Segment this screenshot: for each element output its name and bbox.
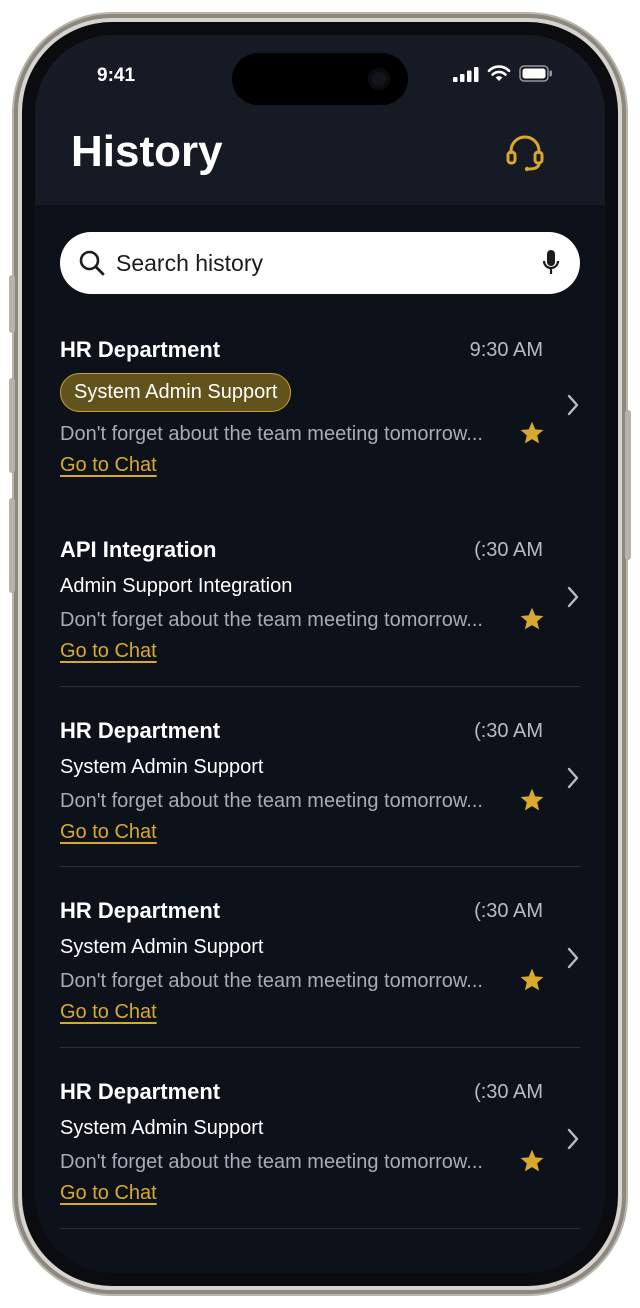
chat-subtitle: System Admin Support (60, 756, 264, 778)
chevron-right-icon (567, 1128, 579, 1150)
header: 9:41 History (35, 35, 605, 205)
chat-name: HR Department (60, 1079, 221, 1104)
wifi-icon (487, 65, 511, 81)
chat-preview: Don't forget about the team meeting tomo… (60, 423, 483, 445)
signal-icon (453, 66, 479, 82)
chat-subtitle: System Admin Support (60, 936, 264, 958)
chat-subtitle: System Admin Support (60, 1117, 264, 1139)
action-button (9, 275, 15, 333)
power-button (625, 410, 631, 560)
chat-preview: Don't forget about the team meeting tomo… (60, 790, 483, 812)
star-icon[interactable] (519, 787, 545, 813)
star-icon[interactable] (519, 420, 545, 446)
star-icon[interactable] (519, 967, 545, 993)
status-time: 9:41 (97, 65, 136, 86)
chat-subtitle-badge: System Admin Support (60, 373, 292, 412)
divider (60, 686, 580, 687)
chat-name: HR Department (60, 718, 221, 743)
chevron-right-icon (567, 394, 579, 416)
microphone-icon[interactable] (542, 248, 560, 278)
chat-name: API Integration (60, 537, 217, 562)
screen: 9:41 History Search history HR Departmen… (35, 35, 605, 1273)
chat-time: (:30 AM (474, 1081, 543, 1103)
divider (60, 1228, 580, 1229)
go-to-chat-link[interactable]: Go to Chat (60, 454, 157, 477)
chat-subtitle: Admin Support Integration (60, 575, 293, 597)
chat-time: (:30 AM (474, 539, 543, 561)
chat-preview: Don't forget about the team meeting tomo… (60, 609, 483, 631)
go-to-chat-link[interactable]: Go to Chat (60, 640, 157, 663)
chat-list-item[interactable]: HR Department 9:30 AM System Admin Suppo… (60, 337, 580, 477)
headset-icon (506, 135, 544, 172)
chevron-right-icon (567, 947, 579, 969)
chat-preview: Don't forget about the team meeting tomo… (60, 1151, 483, 1173)
chat-list-item[interactable]: HR Department (:30 AM System Admin Suppo… (60, 718, 580, 848)
star-icon[interactable] (519, 1148, 545, 1174)
chevron-right-icon (567, 586, 579, 608)
go-to-chat-link[interactable]: Go to Chat (60, 1001, 157, 1024)
volume-up-button (9, 378, 15, 473)
camera-icon (368, 68, 390, 90)
chat-list-item[interactable]: HR Department (:30 AM System Admin Suppo… (60, 898, 580, 1028)
page-title: History (71, 127, 223, 176)
search-bar[interactable] (60, 232, 580, 294)
chat-name: HR Department (60, 898, 221, 923)
chat-list-item[interactable]: API Integration (:30 AM Admin Support In… (60, 537, 580, 667)
star-icon[interactable] (519, 606, 545, 632)
status-icons (453, 65, 553, 82)
battery-icon (519, 65, 552, 82)
chat-time: (:30 AM (474, 720, 543, 742)
divider (60, 1047, 580, 1048)
chevron-right-icon (567, 767, 579, 789)
search-icon (79, 250, 105, 276)
go-to-chat-link[interactable]: Go to Chat (60, 821, 157, 844)
chat-list-item[interactable]: HR Department (:30 AM System Admin Suppo… (60, 1079, 580, 1209)
support-button[interactable] (503, 131, 547, 175)
chat-preview: Don't forget about the team meeting tomo… (60, 970, 483, 992)
volume-down-button (9, 498, 15, 593)
dynamic-island (232, 53, 408, 105)
divider (60, 866, 580, 867)
go-to-chat-link[interactable]: Go to Chat (60, 1182, 157, 1205)
search-input[interactable] (116, 244, 516, 282)
chat-name: HR Department (60, 337, 221, 362)
chat-time: (:30 AM (474, 900, 543, 922)
chat-time: 9:30 AM (469, 339, 543, 361)
